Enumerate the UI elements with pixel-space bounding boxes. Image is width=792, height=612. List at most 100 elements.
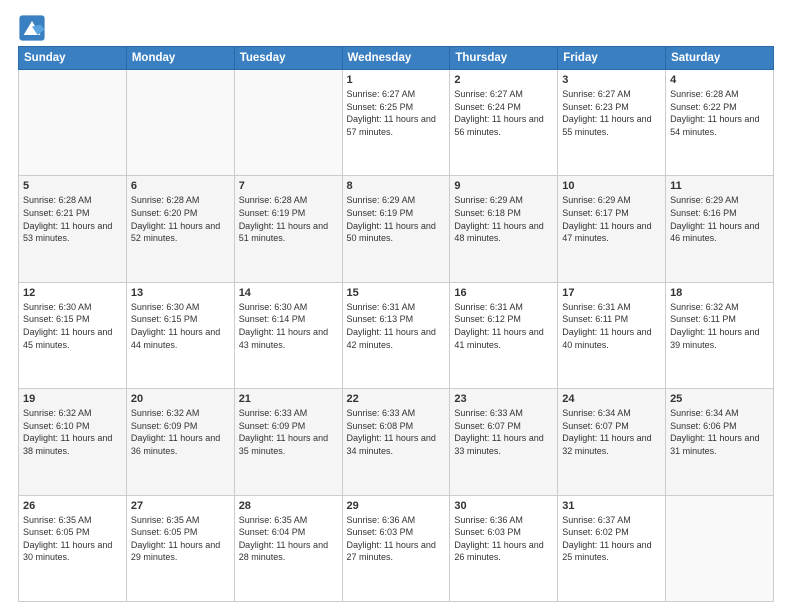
calendar-cell: 29 Sunrise: 6:36 AM Sunset: 6:03 PM Dayli… [342, 495, 450, 601]
day-number: 30 [454, 500, 553, 512]
day-info: Sunrise: 6:33 AM Sunset: 6:08 PM Dayligh… [347, 407, 446, 457]
calendar-cell: 26 Sunrise: 6:35 AM Sunset: 6:05 PM Dayli… [19, 495, 127, 601]
day-info: Sunrise: 6:35 AM Sunset: 6:04 PM Dayligh… [239, 514, 338, 564]
day-info: Sunrise: 6:29 AM Sunset: 6:19 PM Dayligh… [347, 194, 446, 244]
day-info: Sunrise: 6:37 AM Sunset: 6:02 PM Dayligh… [562, 514, 661, 564]
calendar-col-monday: Monday [126, 47, 234, 70]
day-info: Sunrise: 6:35 AM Sunset: 6:05 PM Dayligh… [23, 514, 122, 564]
day-number: 7 [239, 180, 338, 192]
day-info: Sunrise: 6:30 AM Sunset: 6:15 PM Dayligh… [131, 301, 230, 351]
calendar-cell: 21 Sunrise: 6:33 AM Sunset: 6:09 PM Dayli… [234, 389, 342, 495]
day-number: 15 [347, 287, 446, 299]
calendar-cell: 22 Sunrise: 6:33 AM Sunset: 6:08 PM Dayli… [342, 389, 450, 495]
calendar-cell: 4 Sunrise: 6:28 AM Sunset: 6:22 PM Daylig… [666, 70, 774, 176]
calendar-cell: 14 Sunrise: 6:30 AM Sunset: 6:14 PM Dayli… [234, 282, 342, 388]
day-info: Sunrise: 6:28 AM Sunset: 6:22 PM Dayligh… [670, 88, 769, 138]
calendar-cell: 15 Sunrise: 6:31 AM Sunset: 6:13 PM Dayli… [342, 282, 450, 388]
day-number: 21 [239, 393, 338, 405]
day-number: 26 [23, 500, 122, 512]
calendar-col-sunday: Sunday [19, 47, 127, 70]
day-info: Sunrise: 6:28 AM Sunset: 6:20 PM Dayligh… [131, 194, 230, 244]
day-number: 6 [131, 180, 230, 192]
day-info: Sunrise: 6:30 AM Sunset: 6:14 PM Dayligh… [239, 301, 338, 351]
day-info: Sunrise: 6:33 AM Sunset: 6:07 PM Dayligh… [454, 407, 553, 457]
day-number: 29 [347, 500, 446, 512]
calendar-cell [126, 70, 234, 176]
day-number: 11 [670, 180, 769, 192]
day-number: 1 [347, 74, 446, 86]
calendar-week-4: 19 Sunrise: 6:32 AM Sunset: 6:10 PM Dayli… [19, 389, 774, 495]
day-number: 23 [454, 393, 553, 405]
calendar-col-saturday: Saturday [666, 47, 774, 70]
calendar-cell: 27 Sunrise: 6:35 AM Sunset: 6:05 PM Dayli… [126, 495, 234, 601]
calendar-col-wednesday: Wednesday [342, 47, 450, 70]
day-info: Sunrise: 6:34 AM Sunset: 6:07 PM Dayligh… [562, 407, 661, 457]
calendar-cell: 20Sunrise: 6:32 AM Sunset: 6:09 PM Dayli… [126, 389, 234, 495]
day-info: Sunrise: 6:29 AM Sunset: 6:16 PM Dayligh… [670, 194, 769, 244]
calendar-week-2: 5Sunrise: 6:28 AM Sunset: 6:21 PM Daylig… [19, 176, 774, 282]
day-info: Sunrise: 6:31 AM Sunset: 6:12 PM Dayligh… [454, 301, 553, 351]
day-number: 22 [347, 393, 446, 405]
day-number: 16 [454, 287, 553, 299]
day-number: 12 [23, 287, 122, 299]
calendar-table: SundayMondayTuesdayWednesdayThursdayFrid… [18, 46, 774, 602]
calendar-cell: 28 Sunrise: 6:35 AM Sunset: 6:04 PM Dayli… [234, 495, 342, 601]
calendar-col-friday: Friday [558, 47, 666, 70]
calendar-cell: 18 Sunrise: 6:32 AM Sunset: 6:11 PM Dayli… [666, 282, 774, 388]
calendar-col-thursday: Thursday [450, 47, 558, 70]
day-number: 9 [454, 180, 553, 192]
calendar-cell: 16 Sunrise: 6:31 AM Sunset: 6:12 PM Dayli… [450, 282, 558, 388]
day-number: 3 [562, 74, 661, 86]
header [18, 10, 774, 42]
calendar-cell: 25Sunrise: 6:34 AM Sunset: 6:06 PM Dayli… [666, 389, 774, 495]
day-number: 4 [670, 74, 769, 86]
calendar-cell: 13 Sunrise: 6:30 AM Sunset: 6:15 PM Dayli… [126, 282, 234, 388]
calendar-week-5: 26 Sunrise: 6:35 AM Sunset: 6:05 PM Dayli… [19, 495, 774, 601]
page: SundayMondayTuesdayWednesdayThursdayFrid… [0, 0, 792, 612]
day-info: Sunrise: 6:30 AM Sunset: 6:15 PM Dayligh… [23, 301, 122, 351]
day-number: 14 [239, 287, 338, 299]
day-info: Sunrise: 6:36 AM Sunset: 6:03 PM Dayligh… [454, 514, 553, 564]
calendar-cell: 30 Sunrise: 6:36 AM Sunset: 6:03 PM Dayli… [450, 495, 558, 601]
logo [18, 14, 50, 42]
calendar-cell: 31 Sunrise: 6:37 AM Sunset: 6:02 PM Dayli… [558, 495, 666, 601]
day-info: Sunrise: 6:28 AM Sunset: 6:19 PM Dayligh… [239, 194, 338, 244]
calendar-cell [234, 70, 342, 176]
calendar-cell: 8 Sunrise: 6:29 AM Sunset: 6:19 PM Daylig… [342, 176, 450, 282]
calendar-cell: 12 Sunrise: 6:30 AM Sunset: 6:15 PM Dayli… [19, 282, 127, 388]
calendar-cell: 5Sunrise: 6:28 AM Sunset: 6:21 PM Daylig… [19, 176, 127, 282]
calendar-week-3: 12 Sunrise: 6:30 AM Sunset: 6:15 PM Dayli… [19, 282, 774, 388]
day-info: Sunrise: 6:27 AM Sunset: 6:23 PM Dayligh… [562, 88, 661, 138]
day-number: 24 [562, 393, 661, 405]
day-number: 27 [131, 500, 230, 512]
day-info: Sunrise: 6:32 AM Sunset: 6:10 PM Dayligh… [23, 407, 122, 457]
calendar-cell: 9 Sunrise: 6:29 AM Sunset: 6:18 PM Daylig… [450, 176, 558, 282]
day-info: Sunrise: 6:32 AM Sunset: 6:11 PM Dayligh… [670, 301, 769, 351]
day-number: 18 [670, 287, 769, 299]
day-info: Sunrise: 6:36 AM Sunset: 6:03 PM Dayligh… [347, 514, 446, 564]
calendar-cell [19, 70, 127, 176]
day-info: Sunrise: 6:31 AM Sunset: 6:13 PM Dayligh… [347, 301, 446, 351]
day-number: 28 [239, 500, 338, 512]
day-info: Sunrise: 6:31 AM Sunset: 6:11 PM Dayligh… [562, 301, 661, 351]
day-number: 2 [454, 74, 553, 86]
day-number: 20 [131, 393, 230, 405]
day-number: 19 [23, 393, 122, 405]
day-number: 31 [562, 500, 661, 512]
day-info: Sunrise: 6:29 AM Sunset: 6:18 PM Dayligh… [454, 194, 553, 244]
day-info: Sunrise: 6:35 AM Sunset: 6:05 PM Dayligh… [131, 514, 230, 564]
calendar-cell: 19 Sunrise: 6:32 AM Sunset: 6:10 PM Dayli… [19, 389, 127, 495]
day-info: Sunrise: 6:29 AM Sunset: 6:17 PM Dayligh… [562, 194, 661, 244]
day-number: 13 [131, 287, 230, 299]
calendar-cell: 17Sunrise: 6:31 AM Sunset: 6:11 PM Dayli… [558, 282, 666, 388]
day-info: Sunrise: 6:27 AM Sunset: 6:25 PM Dayligh… [347, 88, 446, 138]
calendar-header-row: SundayMondayTuesdayWednesdayThursdayFrid… [19, 47, 774, 70]
calendar-cell [666, 495, 774, 601]
logo-icon [18, 14, 46, 42]
day-number: 5 [23, 180, 122, 192]
calendar-cell: 11 Sunrise: 6:29 AM Sunset: 6:16 PM Dayli… [666, 176, 774, 282]
day-number: 8 [347, 180, 446, 192]
day-number: 10 [562, 180, 661, 192]
calendar-cell: 23 Sunrise: 6:33 AM Sunset: 6:07 PM Dayli… [450, 389, 558, 495]
day-info: Sunrise: 6:33 AM Sunset: 6:09 PM Dayligh… [239, 407, 338, 457]
